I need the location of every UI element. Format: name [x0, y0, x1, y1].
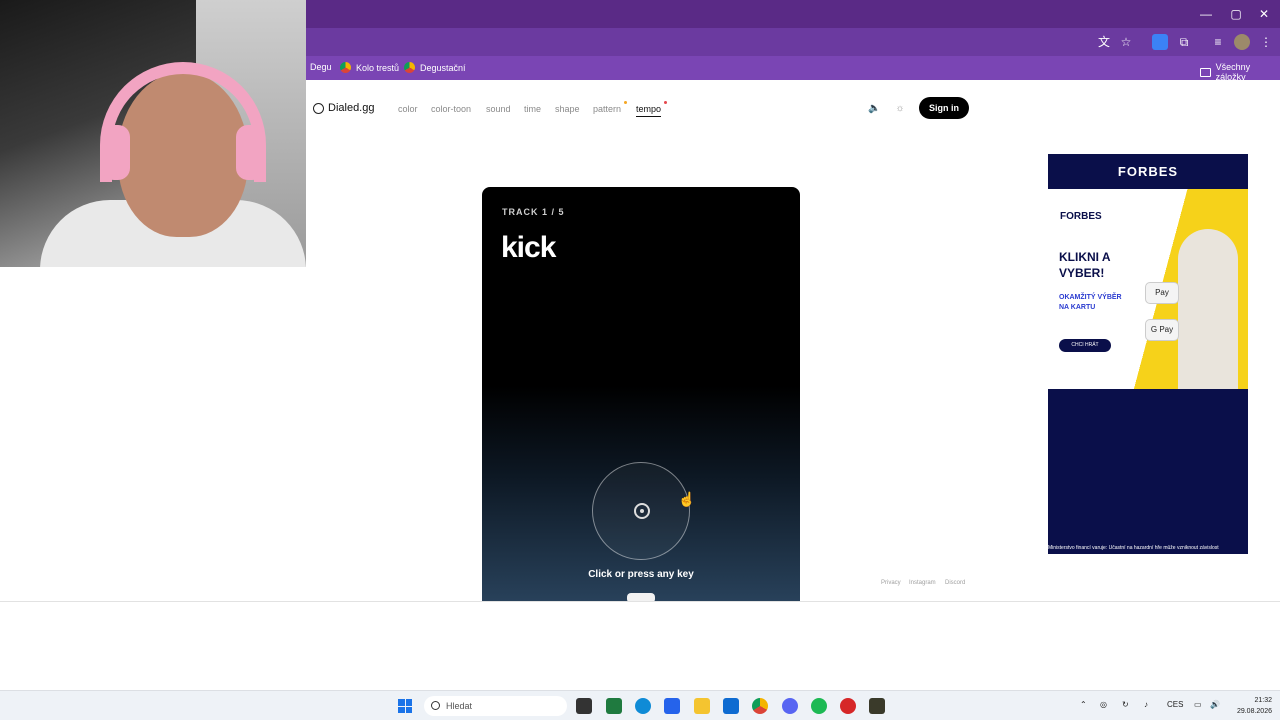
extensions-puzzle-icon[interactable]: ⧉ [1176, 34, 1192, 50]
nav-sound[interactable]: sound [486, 104, 511, 114]
ad-cta-button[interactable]: CHCI HRÁT [1059, 339, 1111, 352]
ad-person-image [1178, 229, 1238, 389]
webcam-headphone-right [236, 125, 264, 180]
chrome-icon [340, 62, 351, 73]
drawer-handle[interactable] [627, 593, 655, 601]
all-bookmarks-folder[interactable]: Všechny záložky [1200, 62, 1280, 82]
apple-pay-icon: Pay [1145, 282, 1179, 304]
menu-kebab-icon[interactable]: ⋮ [1258, 34, 1274, 50]
spotify-icon[interactable] [811, 698, 827, 714]
page-divider [0, 601, 1280, 602]
track-counter: TRACK 1 / 5 [502, 207, 565, 217]
tray-mic-icon[interactable]: ♪ [1144, 700, 1148, 709]
tap-prompt: Click or press any key [588, 569, 694, 580]
task-view-icon[interactable] [576, 698, 592, 714]
edge-icon[interactable] [635, 698, 651, 714]
clock-time: 21:32 [1254, 697, 1272, 704]
search-placeholder: Hledat [446, 701, 473, 711]
league-icon[interactable] [869, 698, 885, 714]
new-dot-pattern [624, 101, 627, 104]
footer-privacy-link[interactable]: Privacy [881, 580, 901, 586]
bookmark-label: Degu [310, 62, 332, 72]
tray-sync-icon[interactable]: ↻ [1122, 700, 1129, 709]
track-name: kick [501, 231, 556, 264]
new-dot-tempo [664, 101, 667, 104]
dialed-page: Dialed.gg color color-toon sound time sh… [306, 80, 1280, 602]
tap-circle-button[interactable] [592, 462, 690, 560]
taskbar-search[interactable]: Hledat [424, 696, 567, 716]
bookmark-kolo-trestu[interactable]: Kolo trestů [340, 62, 399, 73]
ad-header: FORBES [1048, 154, 1248, 189]
bookmarks-bar: Degu Kolo trestů Degustační Všechny zálo… [306, 56, 1280, 82]
ad-brand-small: FORBES [1060, 211, 1102, 222]
ad-subline: OKAMŽITÝ VÝBĚR NA KARTU [1059, 294, 1122, 311]
ad-banner: FORBES KLIKNI A VYBER! OKAMŽITÝ VÝBĚR NA… [1048, 189, 1248, 389]
bookmark-star-icon[interactable]: ☆ [1118, 34, 1134, 50]
webcam-overlay [0, 0, 306, 267]
store-icon[interactable] [664, 698, 680, 714]
nav-tempo[interactable]: tempo [636, 104, 662, 117]
forbes-casino-ad[interactable]: FORBES FORBES KLIKNI A VYBER! OKAMŽITÝ V… [1048, 154, 1248, 554]
dial-logo-icon [313, 102, 324, 114]
nav-color-toon[interactable]: color-toon [431, 104, 471, 114]
browser-toolbar: 文 ☆ ⧉ ≡ ⋮ [306, 28, 1280, 56]
logo-text: Dialed.gg [328, 102, 375, 114]
media-control-icon[interactable]: ≡ [1210, 34, 1226, 50]
discord-icon[interactable] [782, 698, 798, 714]
webcam-headphone-left [102, 125, 130, 180]
footer-discord-link[interactable]: Discord [945, 580, 965, 586]
browser-titlebar: — ▢ ✕ [306, 0, 1280, 28]
nav-time[interactable]: time [524, 104, 541, 114]
file-explorer-icon[interactable] [694, 698, 710, 714]
chrome-icon [404, 62, 415, 73]
site-logo[interactable]: Dialed.gg [313, 102, 374, 114]
tray-display-icon[interactable]: ▭ [1194, 700, 1202, 709]
taskbar-clock[interactable]: 21:32 29.08.2026 [1228, 695, 1272, 717]
ad-headline: KLIKNI A VYBER! [1059, 250, 1111, 280]
windows-taskbar: Hledat ⌃ ◎ ↻ ♪ CES ▭ 🔊 21:32 29.08.2026 [0, 690, 1280, 720]
bookmark-degu[interactable]: Degu [310, 62, 332, 72]
minimize-button[interactable]: — [1190, 0, 1222, 28]
folder-icon [1200, 67, 1211, 77]
close-window-button[interactable]: ✕ [1248, 0, 1280, 28]
nav-shape[interactable]: shape [555, 104, 580, 114]
profile-avatar[interactable] [1234, 34, 1250, 50]
tray-network-icon[interactable]: ◎ [1100, 700, 1107, 709]
dial-target-icon [634, 503, 650, 519]
tray-chevron-icon[interactable]: ⌃ [1080, 700, 1087, 709]
footer-instagram-link[interactable]: Instagram [909, 580, 936, 586]
outlook-icon[interactable] [723, 698, 739, 714]
windows-start-icon[interactable] [398, 699, 412, 713]
bookmark-label: Kolo trestů [356, 62, 400, 73]
translate-icon[interactable]: 文 [1096, 34, 1112, 50]
app-icon[interactable] [606, 698, 622, 714]
sign-in-button[interactable]: Sign in [919, 97, 969, 119]
app-red-icon[interactable] [840, 698, 856, 714]
nav-color[interactable]: color [398, 104, 418, 114]
bookmark-degustacni[interactable]: Degustační [404, 62, 466, 73]
clock-date: 29.08.2026 [1236, 708, 1272, 715]
ad-brand-logo: FORBES [1117, 164, 1179, 179]
sound-toggle-icon[interactable]: 🔈 [868, 103, 880, 115]
chrome-icon[interactable] [752, 698, 768, 714]
tray-volume-icon[interactable]: 🔊 [1210, 700, 1220, 709]
tempo-game-card[interactable]: TRACK 1 / 5 kick Click or press any key [482, 187, 800, 601]
theme-toggle-icon[interactable]: ☼ [894, 103, 906, 115]
input-language[interactable]: CES [1167, 700, 1183, 709]
ad-disclaimer: Ministerstvo financí varuje: Účastní na … [1048, 545, 1219, 551]
screen: — ▢ ✕ 文 ☆ ⧉ ≡ ⋮ Degu Kolo trestů Degusta… [0, 0, 1280, 720]
nav-pattern[interactable]: pattern [593, 104, 621, 114]
mouse-cursor-icon: ☝ [678, 491, 696, 507]
google-pay-icon: G Pay [1145, 319, 1179, 341]
search-icon [431, 701, 440, 710]
all-bookmarks-label: Všechny záložky [1215, 62, 1251, 82]
extension-icon[interactable] [1152, 34, 1168, 50]
bookmark-label: Degustační [420, 62, 466, 73]
